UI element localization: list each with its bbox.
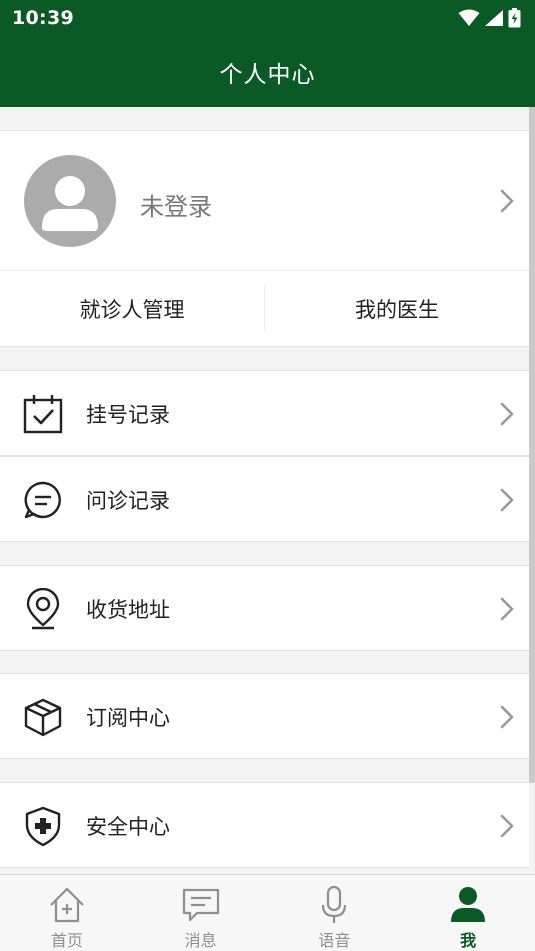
system-icons [458, 8, 521, 28]
tab-home[interactable]: 首页 [0, 875, 134, 951]
scrollbar[interactable] [529, 107, 535, 783]
menu-label: 挂号记录 [86, 403, 170, 427]
my-doctor-button[interactable]: 我的医生 [265, 271, 529, 346]
quick-actions: 就诊人管理 我的医生 [0, 270, 529, 347]
menu-item-subscription-center[interactable]: 订阅中心 [0, 673, 529, 759]
message-icon [182, 888, 219, 922]
chevron-right-icon [500, 488, 514, 512]
tab-me[interactable]: 我 [401, 875, 535, 951]
menu-label: 问诊记录 [86, 489, 170, 513]
profile-row[interactable]: 未登录 [0, 130, 529, 270]
wifi-icon [458, 9, 480, 26]
home-icon [50, 887, 84, 923]
box-icon [24, 698, 62, 737]
chat-bubble-icon [24, 481, 61, 519]
shield-plus-icon [25, 806, 61, 847]
chevron-right-icon [500, 814, 514, 838]
menu-label: 订阅中心 [86, 706, 170, 730]
chevron-right-icon [500, 705, 514, 729]
microphone-icon [322, 885, 347, 923]
menu-item-consultation-records[interactable]: 问诊记录 [0, 456, 529, 542]
tab-messages[interactable]: 消息 [134, 875, 268, 951]
tab-label: 语音 [318, 931, 351, 950]
chevron-right-icon [500, 189, 514, 213]
bottom-tab-bar: 首页 消息 语音 我 [0, 874, 535, 951]
patient-management-button[interactable]: 就诊人管理 [0, 271, 264, 346]
tab-label: 我 [460, 931, 477, 950]
calendar-check-icon [23, 395, 63, 434]
avatar[interactable] [24, 155, 116, 247]
menu-item-registration-records[interactable]: 挂号记录 [0, 370, 529, 456]
page-title: 个人中心 [219, 61, 316, 88]
status-bar: 10:39 [0, 0, 535, 36]
location-pin-icon [26, 588, 60, 630]
menu-label: 安全中心 [86, 815, 170, 839]
tab-label: 首页 [50, 931, 83, 950]
tab-label: 消息 [184, 931, 217, 950]
signal-icon [485, 10, 503, 26]
status-time: 10:39 [12, 7, 74, 29]
header: 个人中心 [0, 36, 535, 107]
tab-voice[interactable]: 语音 [268, 875, 402, 951]
menu-item-shipping-address[interactable]: 收货地址 [0, 565, 529, 651]
default-avatar-icon [42, 176, 98, 231]
battery-icon [508, 8, 521, 28]
chevron-right-icon [500, 597, 514, 621]
person-icon [451, 887, 486, 922]
menu-label: 收货地址 [86, 598, 170, 622]
menu-item-security-center[interactable]: 安全中心 [0, 782, 529, 868]
chevron-right-icon [500, 402, 514, 426]
login-status[interactable]: 未登录 [140, 187, 212, 222]
